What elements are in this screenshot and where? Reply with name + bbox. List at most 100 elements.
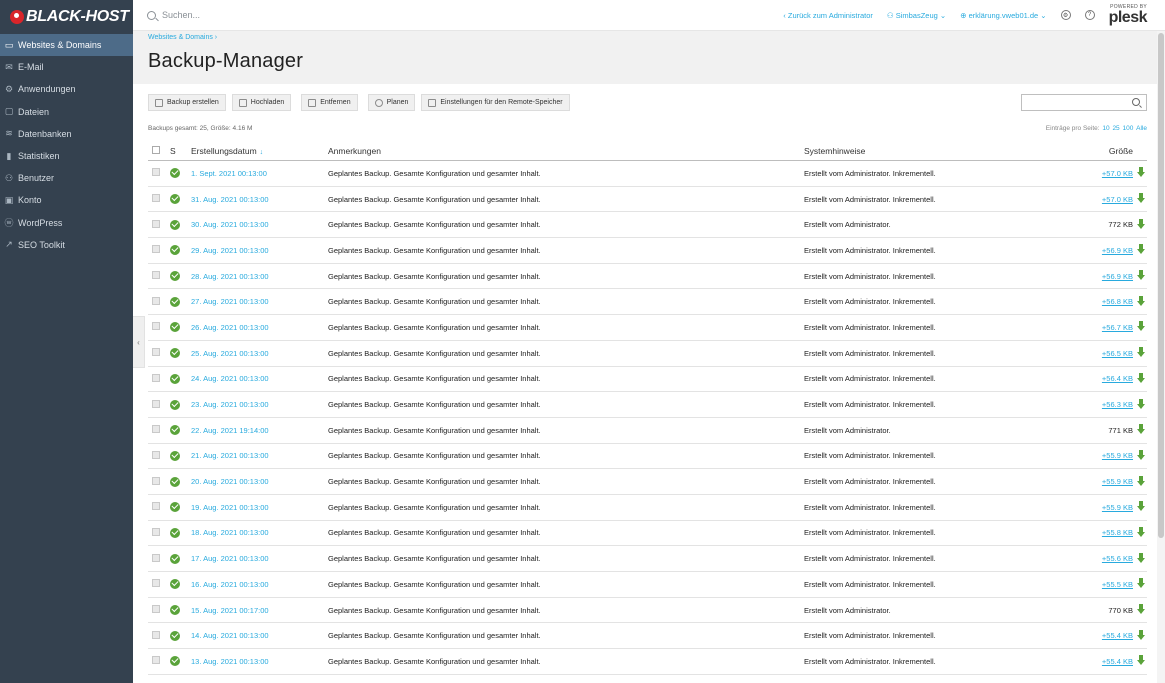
backup-date-link[interactable]: 16. Aug. 2021 00:13:00 xyxy=(191,580,269,589)
download-icon[interactable] xyxy=(1137,398,1145,409)
download-icon[interactable] xyxy=(1137,449,1145,460)
row-checkbox[interactable] xyxy=(152,502,160,511)
create-backup-button[interactable]: Backup erstellen xyxy=(148,94,226,111)
backup-date-link[interactable]: 21. Aug. 2021 00:13:00 xyxy=(191,451,269,460)
backup-date-link[interactable]: 25. Aug. 2021 00:13:00 xyxy=(191,349,269,358)
backup-size[interactable]: +56.8 KB xyxy=(1102,297,1133,306)
row-checkbox[interactable] xyxy=(152,476,160,485)
download-icon[interactable] xyxy=(1137,655,1145,666)
row-checkbox[interactable] xyxy=(152,373,160,382)
backup-size[interactable]: +55.5 KB xyxy=(1102,580,1133,589)
download-icon[interactable] xyxy=(1137,552,1145,563)
backup-date-link[interactable]: 27. Aug. 2021 00:13:00 xyxy=(191,297,269,306)
download-icon[interactable] xyxy=(1137,604,1145,615)
backup-size[interactable]: +55.9 KB xyxy=(1102,503,1133,512)
help-icon[interactable]: ? xyxy=(1084,10,1095,20)
row-checkbox[interactable] xyxy=(152,605,160,614)
backup-size[interactable]: +55.9 KB xyxy=(1102,477,1133,486)
list-search-input[interactable] xyxy=(1021,94,1147,111)
backup-date-link[interactable]: 26. Aug. 2021 00:13:00 xyxy=(191,323,269,332)
row-checkbox[interactable] xyxy=(152,399,160,408)
download-icon[interactable] xyxy=(1137,372,1145,383)
backup-size[interactable]: +55.9 KB xyxy=(1102,451,1133,460)
backup-date-link[interactable]: 24. Aug. 2021 00:13:00 xyxy=(191,374,269,383)
schedule-button[interactable]: Planen xyxy=(367,94,416,111)
backup-date-link[interactable]: 20. Aug. 2021 00:13:00 xyxy=(191,477,269,486)
backup-size[interactable]: +56.7 KB xyxy=(1102,323,1133,332)
backup-date-link[interactable]: 22. Aug. 2021 19:14:00 xyxy=(191,426,269,435)
row-checkbox[interactable] xyxy=(152,348,160,357)
backup-date-link[interactable]: 29. Aug. 2021 00:13:00 xyxy=(191,246,269,255)
row-checkbox[interactable] xyxy=(152,656,160,665)
backup-size[interactable]: +55.4 KB xyxy=(1102,657,1133,666)
domain-menu[interactable]: ⊕ erklärung.vweb01.de ⌄ xyxy=(960,11,1046,20)
download-icon[interactable] xyxy=(1137,244,1145,255)
download-icon[interactable] xyxy=(1137,193,1145,204)
row-checkbox[interactable] xyxy=(152,425,160,434)
support-icon[interactable]: ⚙ xyxy=(1060,10,1071,20)
sidebar-item-anwendungen[interactable]: ⚙ Anwendungen xyxy=(0,78,133,100)
row-checkbox[interactable] xyxy=(152,527,160,536)
row-checkbox[interactable] xyxy=(152,296,160,305)
collapse-sidebar-handle[interactable]: ‹ xyxy=(133,316,145,368)
sidebar-item-konto[interactable]: ▣ Konto xyxy=(0,189,133,211)
backup-date-link[interactable]: 28. Aug. 2021 00:13:00 xyxy=(191,272,269,281)
backup-date-link[interactable]: 30. Aug. 2021 00:13:00 xyxy=(191,220,269,229)
date-column-header[interactable]: Erstellungsdatum ↓ xyxy=(185,146,328,156)
sidebar-item-wordpress[interactable]: ⓦ WordPress xyxy=(0,212,133,234)
backup-date-link[interactable]: 1. Sept. 2021 00:13:00 xyxy=(191,169,267,178)
download-icon[interactable] xyxy=(1137,218,1145,229)
user-menu[interactable]: ⚇ SimbasZeug ⌄ xyxy=(887,11,946,20)
breadcrumb[interactable]: Websites & Domains › xyxy=(148,34,217,41)
backup-size[interactable]: +56.9 KB xyxy=(1102,246,1133,255)
row-checkbox[interactable] xyxy=(152,630,160,639)
backup-date-link[interactable]: 18. Aug. 2021 00:13:00 xyxy=(191,528,269,537)
download-icon[interactable] xyxy=(1137,629,1145,640)
scrollbar[interactable] xyxy=(1157,31,1165,683)
sidebar-item-seo-toolkit[interactable]: ↗ SEO Toolkit xyxy=(0,234,133,256)
per-page-100[interactable]: 100 xyxy=(1122,125,1133,132)
download-icon[interactable] xyxy=(1137,295,1145,306)
select-all-checkbox[interactable] xyxy=(152,145,160,154)
backup-size[interactable]: +55.6 KB xyxy=(1102,554,1133,563)
backup-date-link[interactable]: 15. Aug. 2021 00:17:00 xyxy=(191,606,269,615)
row-checkbox[interactable] xyxy=(152,219,160,228)
scrollbar-thumb[interactable] xyxy=(1158,33,1164,538)
back-to-admin-link[interactable]: ‹ Zurück zum Administrator xyxy=(783,11,873,20)
backup-size[interactable]: +56.4 KB xyxy=(1102,374,1133,383)
row-checkbox[interactable] xyxy=(152,553,160,562)
row-checkbox[interactable] xyxy=(152,322,160,331)
download-icon[interactable] xyxy=(1137,424,1145,435)
backup-date-link[interactable]: 17. Aug. 2021 00:13:00 xyxy=(191,554,269,563)
backup-date-link[interactable]: 19. Aug. 2021 00:13:00 xyxy=(191,503,269,512)
per-page-25[interactable]: 25 xyxy=(1112,125,1119,132)
row-checkbox[interactable] xyxy=(152,168,160,177)
remove-button[interactable]: Entfernen xyxy=(301,94,358,111)
sidebar-item-datenbanken[interactable]: ≋ Datenbanken xyxy=(0,123,133,145)
backup-date-link[interactable]: 23. Aug. 2021 00:13:00 xyxy=(191,400,269,409)
download-icon[interactable] xyxy=(1137,347,1145,358)
sidebar-item-e-mail[interactable]: ✉ E-Mail xyxy=(0,56,133,78)
upload-button[interactable]: Hochladen xyxy=(231,94,292,111)
download-icon[interactable] xyxy=(1137,501,1145,512)
backup-size[interactable]: +57.0 KB xyxy=(1102,195,1133,204)
backup-size[interactable]: +55.4 KB xyxy=(1102,631,1133,640)
backup-size[interactable]: +56.9 KB xyxy=(1102,272,1133,281)
remote-storage-settings-button[interactable]: Einstellungen für den Remote-Speicher xyxy=(421,94,570,111)
backup-date-link[interactable]: 31. Aug. 2021 00:13:00 xyxy=(191,195,269,204)
sidebar-item-benutzer[interactable]: ⚇ Benutzer xyxy=(0,167,133,189)
backup-size[interactable]: +56.3 KB xyxy=(1102,400,1133,409)
row-checkbox[interactable] xyxy=(152,271,160,280)
per-page-all[interactable]: Alle xyxy=(1136,125,1147,132)
download-icon[interactable] xyxy=(1137,270,1145,281)
backup-size[interactable]: +57.0 KB xyxy=(1102,169,1133,178)
per-page-10[interactable]: 10 xyxy=(1102,125,1109,132)
row-checkbox[interactable] xyxy=(152,450,160,459)
global-search-input[interactable]: Suchen... xyxy=(133,10,433,20)
download-icon[interactable] xyxy=(1137,578,1145,589)
download-icon[interactable] xyxy=(1137,526,1145,537)
backup-size[interactable]: +56.5 KB xyxy=(1102,349,1133,358)
row-checkbox[interactable] xyxy=(152,579,160,588)
sidebar-item-websites-domains[interactable]: ▭ Websites & Domains xyxy=(0,34,133,57)
download-icon[interactable] xyxy=(1137,321,1145,332)
